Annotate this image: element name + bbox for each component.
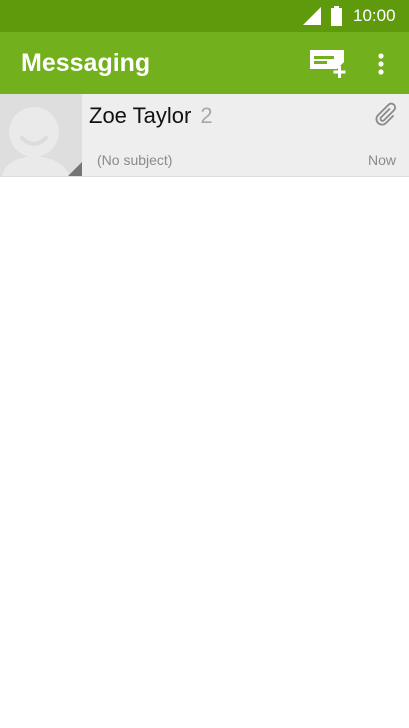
signal-icon [303,7,321,25]
more-vert-icon [378,53,384,75]
app-title: Messaging [21,49,151,77]
message-subject: (No subject) [97,152,173,168]
new-message-icon [310,50,346,78]
message-count: 2 [200,103,213,128]
contact-name: Zoe Taylor 2 [89,103,213,129]
default-avatar-icon [0,94,82,176]
new-message-button[interactable] [304,46,350,82]
app-bar: Messaging [0,32,409,94]
message-time: Now [367,152,396,168]
conversation-row[interactable]: Zoe Taylor 2 (No subject) Now [0,94,409,177]
paperclip-icon [375,102,397,126]
more-options-button[interactable] [368,46,394,82]
status-clock: 10:00 [353,6,396,25]
contact-avatar[interactable] [0,94,82,176]
status-bar: 10:00 [0,0,409,32]
contact-name-label: Zoe Taylor [89,103,192,128]
battery-icon [331,6,342,26]
